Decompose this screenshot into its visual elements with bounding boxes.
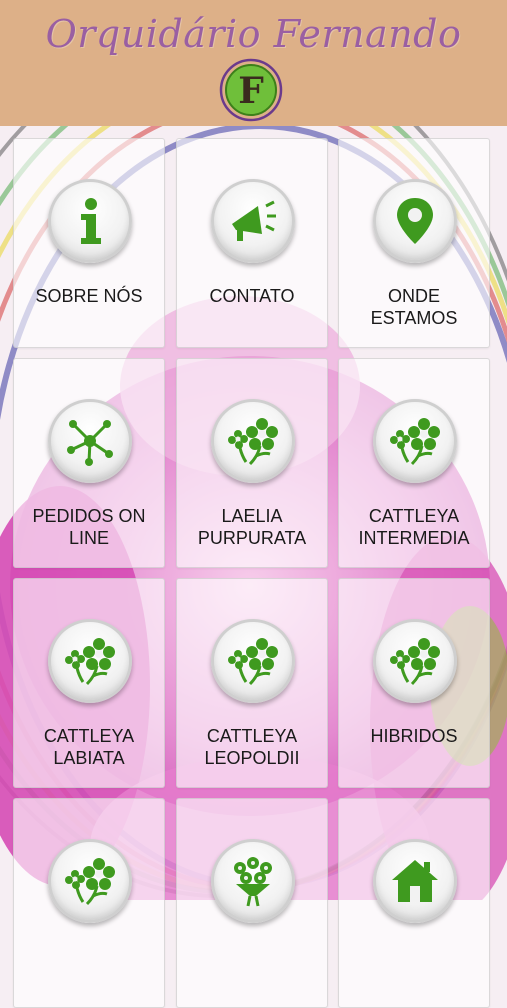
tile-onde-estamos[interactable]: ONDE ESTAMOS [338, 138, 490, 348]
flower-icon [211, 399, 295, 483]
bouquet-icon [211, 839, 295, 923]
tile-label: LAELIA PURPURATA [197, 506, 307, 548]
tile-label: SOBRE NÓS [35, 286, 143, 306]
tile-contato[interactable]: CONTATO [176, 138, 328, 348]
tile-label: CATTLEYA INTERMEDIA [358, 506, 470, 548]
app-title: Orquidário Fernando [45, 12, 462, 56]
flower-icon [373, 619, 457, 703]
tile-cattleya-intermedia[interactable]: CATTLEYA INTERMEDIA [338, 358, 490, 568]
tile-hibridos[interactable]: HIBRIDOS [338, 578, 490, 788]
tile-pedidos-online[interactable]: PEDIDOS ON LINE [13, 358, 165, 568]
menu-grid: SOBRE NÓS CONTATO ONDE ESTAMOS PEDIDOS O… [0, 126, 507, 1008]
tile-sobre-nos[interactable]: SOBRE NÓS [13, 138, 165, 348]
megaphone-icon [211, 179, 295, 263]
flower-icon [48, 619, 132, 703]
flower-icon [48, 839, 132, 923]
tile-cattleya-labiata[interactable]: CATTLEYA LABIATA [13, 578, 165, 788]
tile-label: CONTATO [209, 286, 295, 306]
logo-letter: F [238, 70, 264, 112]
info-icon [48, 179, 132, 263]
tile-label: CATTLEYA LABIATA [43, 726, 135, 768]
network-icon [48, 399, 132, 483]
tile-laelia-purpurata[interactable]: LAELIA PURPURATA [176, 358, 328, 568]
app-header: Orquidário Fernando F [0, 0, 507, 126]
tile-cattleya-leopoldii[interactable]: CATTLEYA LEOPOLDII [176, 578, 328, 788]
tile-row4-flower[interactable] [13, 798, 165, 1008]
tile-label: ONDE ESTAMOS [370, 286, 458, 328]
tile-label: HIBRIDOS [370, 726, 458, 746]
tile-row4-home[interactable] [338, 798, 490, 1008]
tile-label: CATTLEYA LEOPOLDII [204, 726, 300, 768]
logo-f-icon: F [219, 58, 283, 122]
location-pin-icon [373, 179, 457, 263]
tile-row4-bouquet[interactable] [176, 798, 328, 1008]
tile-label: PEDIDOS ON LINE [32, 506, 146, 548]
home-icon [373, 839, 457, 923]
flower-icon [211, 619, 295, 703]
flower-icon [373, 399, 457, 483]
